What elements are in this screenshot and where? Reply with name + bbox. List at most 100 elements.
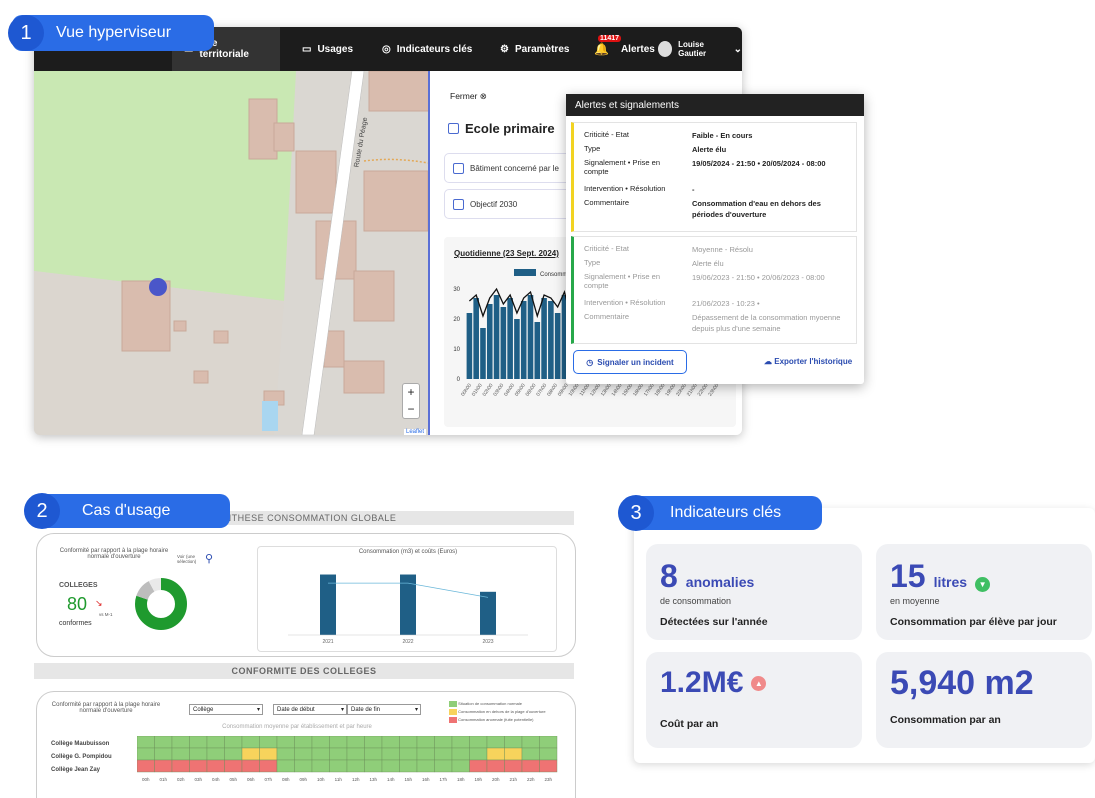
building [363, 170, 428, 232]
heatmap-cell [381, 747, 400, 761]
bar [320, 574, 336, 635]
y-tick-label: 0 [457, 377, 461, 383]
kpi-card-anomalies: 8 anomalies de consommation Détectées su… [646, 544, 862, 640]
heatmap-cell [381, 759, 400, 773]
heatmap-cell [224, 759, 243, 773]
hour-label: 02h [177, 777, 185, 782]
heatmap-cell [364, 759, 383, 773]
hour-label: 00h [142, 777, 150, 782]
end-date-select[interactable]: Date de fin [347, 704, 421, 715]
heatmap-cell [521, 759, 540, 773]
heatmap-cell [189, 759, 208, 773]
bell-icon: 🔔 [594, 42, 609, 56]
hour-label: 15h [404, 777, 412, 782]
global-summary-box: Conformité par rapport à la plage horair… [36, 533, 576, 657]
school-marker-icon[interactable] [149, 278, 167, 296]
college-row-label: Collège Jean Zay [51, 767, 101, 773]
heatmap-cell [259, 747, 278, 761]
heatmap-cell [154, 747, 173, 761]
heatmap-cell [154, 759, 173, 773]
heatmap-cell [521, 747, 540, 761]
heatmap-cell [486, 759, 505, 773]
search-icon[interactable]: ⚲ [205, 552, 213, 565]
heatmap-cell [224, 747, 243, 761]
heatmap-cell [294, 736, 313, 749]
bar [486, 304, 493, 379]
college-select[interactable]: Collège [189, 704, 263, 715]
hour-label: 20h [492, 777, 500, 782]
building [193, 370, 209, 384]
bar [473, 298, 479, 379]
hour-label: 16h [422, 777, 430, 782]
bar [527, 295, 534, 379]
avatar [658, 41, 673, 57]
heatmap-cell [486, 736, 505, 749]
user-menu[interactable]: Louise Gautier ⌄ [658, 27, 742, 71]
heatmap-cell [539, 747, 558, 761]
hour-label: 04h [212, 777, 220, 782]
bar [548, 301, 554, 379]
export-history-link[interactable]: ☁ Exporter l'historique [764, 357, 852, 366]
heatmap-cell [241, 759, 260, 773]
heatmap-cell [399, 747, 418, 761]
nav-item-usages[interactable]: ▭ Usages [302, 27, 353, 71]
heatmap-cell [206, 736, 225, 749]
conformity-donut [135, 578, 187, 630]
heatmap-cell [259, 736, 278, 749]
chart-title: Quotidienne (23 Sept. 2024) [454, 249, 559, 258]
heatmap-cell [364, 736, 383, 749]
zoom-control: + − [402, 383, 420, 419]
gear-icon: ⚙ [500, 43, 509, 55]
heatmap-cell [451, 759, 470, 773]
heatmap-cell [329, 747, 348, 761]
close-button[interactable]: Fermer ⊗ [450, 91, 487, 102]
kpi-panel: 8 anomalies de consommation Détectées su… [634, 508, 1095, 763]
trend-up-icon: ▲ [751, 675, 767, 691]
bar [507, 298, 513, 379]
heatmap-cell [469, 747, 488, 761]
bar [480, 591, 496, 635]
alert-entry-2: Criticité - Etat Moyenne - Résolu Type Ale… [571, 236, 857, 344]
start-date-select[interactable]: Date de début [273, 704, 347, 715]
heatmap-cell [416, 747, 435, 761]
building [353, 270, 395, 322]
bar [534, 322, 541, 379]
hour-label: 12h [352, 777, 360, 782]
bar [493, 295, 500, 379]
bar [400, 574, 416, 635]
zoom-in-button[interactable]: + [403, 384, 419, 401]
heatmap: 00h 01h 02h 03h 04h 05h 06h 07h 08h 09h 10h 11h 12h 1… [137, 736, 558, 782]
hour-label: 22h [527, 777, 535, 782]
heatmap-cell [504, 759, 523, 773]
chevron-down-icon: ⌄ [733, 43, 742, 55]
kpi-card-liters: 15 litres ▼ en moyenne Consommation par … [876, 544, 1092, 640]
close-circle-icon: ⊗ [479, 91, 487, 101]
nav-item-alerts[interactable]: 🔔 11417 Alertes [594, 27, 655, 71]
hour-label: 07h [264, 777, 272, 782]
water-area [262, 401, 278, 431]
building [295, 150, 337, 214]
building [248, 98, 278, 160]
map-canvas[interactable] [34, 71, 428, 435]
heatmap-cell [504, 736, 523, 749]
map-view[interactable]: Route du Péage + − Leaflet [34, 71, 428, 435]
heatmap-cell [311, 747, 330, 761]
heatmap-cell [539, 736, 558, 749]
legend-swatch [449, 708, 457, 715]
legend-swatch [449, 716, 457, 723]
college-row-label: Collège G. Pompidou [51, 754, 112, 760]
nav-item-settings[interactable]: ⚙ Paramètres [500, 27, 569, 71]
bar [466, 313, 473, 379]
nav-item-kpis[interactable]: ◎ Indicateurs clés [382, 27, 472, 71]
consumption-chart: 2021 2022 2023 [288, 574, 528, 645]
map-attribution[interactable]: Leaflet [403, 429, 426, 435]
hour-label: 08h [282, 777, 290, 782]
heatmap-cell [346, 759, 365, 773]
report-incident-button[interactable]: ◷ Signaler un incident [573, 350, 687, 374]
heatmap-cell [224, 736, 243, 749]
heatmap-cell [416, 736, 435, 749]
y-tick-label: 20 [453, 317, 460, 323]
x-tick-label: 10h00 [568, 383, 581, 398]
heatmap-cell [241, 736, 260, 749]
zoom-out-button[interactable]: − [403, 401, 419, 418]
